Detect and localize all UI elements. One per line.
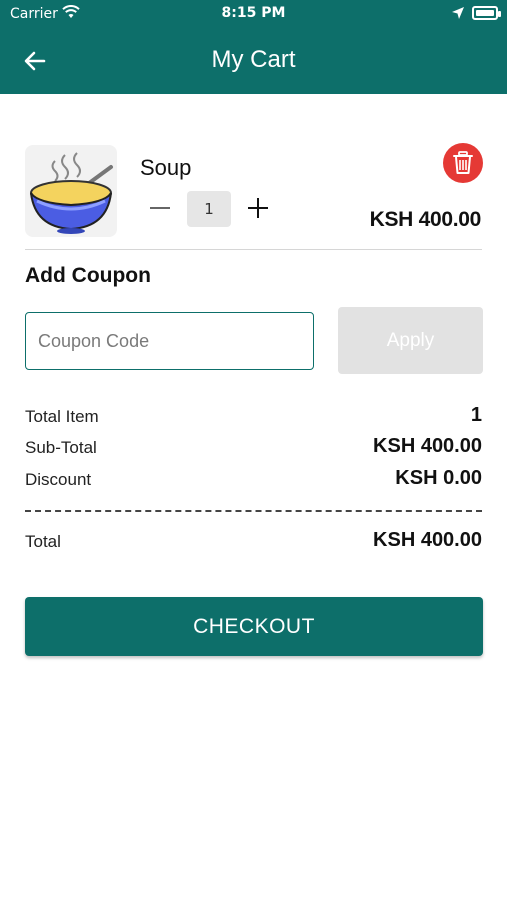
discount-value: KSH 0.00 [395, 467, 482, 489]
battery-icon [472, 6, 501, 20]
checkout-button[interactable]: CHECKOUT [25, 597, 483, 656]
trash-icon [453, 151, 473, 174]
total-value: KSH 400.00 [373, 529, 482, 551]
soup-bowl-icon [25, 145, 117, 237]
delete-item-button[interactable] [443, 143, 483, 183]
apply-coupon-button[interactable]: Apply [338, 307, 483, 374]
quantity-value: 1 [187, 191, 231, 227]
app-header: Carrier 8:15 PM My Cart [0, 0, 507, 94]
coupon-code-input[interactable] [25, 312, 314, 370]
subtotal-value: KSH 400.00 [373, 435, 482, 457]
total-item-label: Total Item [25, 407, 99, 426]
summary-discount: Discount KSH 0.00 [25, 466, 482, 494]
subtotal-label: Sub-Total [25, 438, 97, 457]
total-label: Total [25, 532, 61, 551]
summary-total: Total KSH 400.00 [25, 528, 482, 556]
coupon-section-title: Add Coupon [25, 264, 151, 287]
page-title: My Cart [211, 46, 296, 73]
discount-label: Discount [25, 470, 92, 489]
nav-bar: My Cart [0, 28, 507, 94]
summary-divider [25, 510, 482, 512]
status-bar: Carrier 8:15 PM [0, 0, 507, 28]
item-name: Soup [140, 155, 192, 180]
increase-quantity-button[interactable] [246, 196, 270, 220]
total-item-value: 1 [470, 404, 482, 426]
status-time: 8:15 PM [221, 5, 286, 21]
item-divider [25, 249, 482, 250]
decrease-quantity-button[interactable] [148, 196, 172, 220]
item-price: KSH 400.00 [369, 208, 482, 231]
summary-subtotal: Sub-Total KSH 400.00 [25, 434, 482, 462]
summary-total-item: Total Item 1 [25, 403, 482, 431]
location-arrow-icon [452, 7, 464, 19]
